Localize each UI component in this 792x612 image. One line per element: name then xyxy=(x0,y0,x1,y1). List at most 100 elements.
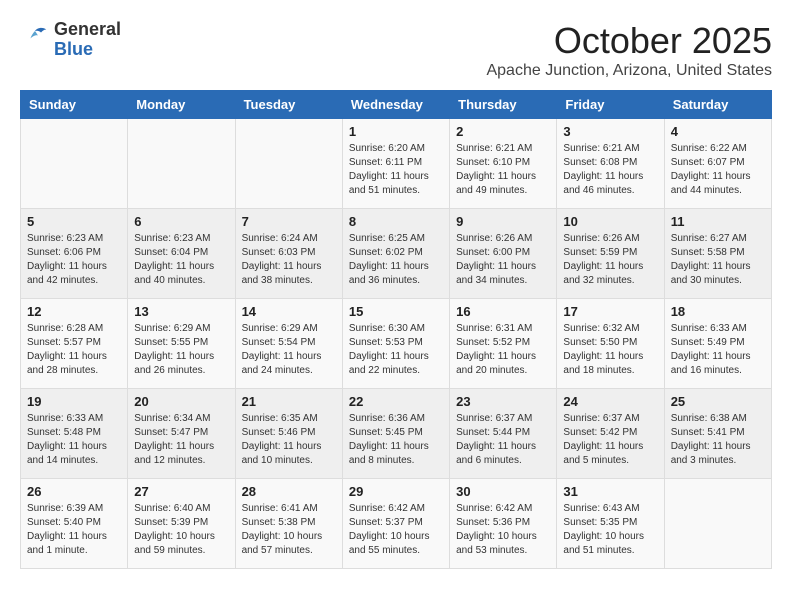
calendar-cell xyxy=(21,119,128,209)
day-number: 16 xyxy=(456,304,550,319)
day-info: Sunrise: 6:36 AM Sunset: 5:45 PM Dayligh… xyxy=(349,412,443,468)
logo-blue: Blue xyxy=(54,40,121,60)
calendar-cell: 29Sunrise: 6:42 AM Sunset: 5:37 PM Dayli… xyxy=(342,479,449,569)
day-info: Sunrise: 6:38 AM Sunset: 5:41 PM Dayligh… xyxy=(671,412,765,468)
calendar-cell: 16 Sunrise: 6:31 AM Sunset: 5:52 PM Dayli… xyxy=(450,299,557,389)
calendar-cell: 20Sunrise: 6:34 AM Sunset: 5:47 PM Dayli… xyxy=(128,389,235,479)
calendar-cell: 8 Sunrise: 6:25 AM Sunset: 6:02 PM Daylig… xyxy=(342,209,449,299)
calendar-cell: 7 Sunrise: 6:24 AM Sunset: 6:03 PM Daylig… xyxy=(235,209,342,299)
day-info: Sunrise: 6:29 AM Sunset: 5:55 PM Dayligh… xyxy=(134,322,228,378)
day-info: Sunrise: 6:22 AM Sunset: 6:07 PM Dayligh… xyxy=(671,142,765,198)
day-number: 21 xyxy=(242,394,336,409)
calendar-cell: 10 Sunrise: 6:26 AM Sunset: 5:59 PM Dayli… xyxy=(557,209,664,299)
logo: General Blue xyxy=(20,20,121,60)
calendar-cell: 25 Sunrise: 6:38 AM Sunset: 5:41 PM Dayli… xyxy=(664,389,771,479)
calendar-cell: 24 Sunrise: 6:37 AM Sunset: 5:42 PM Dayli… xyxy=(557,389,664,479)
day-info: Sunrise: 6:37 AM Sunset: 5:44 PM Dayligh… xyxy=(456,412,550,468)
calendar-cell: 14 Sunrise: 6:29 AM Sunset: 5:54 PM Dayli… xyxy=(235,299,342,389)
day-number: 10 xyxy=(563,214,657,229)
calendar-cell: 31 Sunrise: 6:43 AM Sunset: 5:35 PM Dayli… xyxy=(557,479,664,569)
header-tuesday: Tuesday xyxy=(235,91,342,119)
day-info: Sunrise: 6:23 AM Sunset: 6:04 PM Dayligh… xyxy=(134,232,228,288)
calendar-cell: 17 Sunrise: 6:32 AM Sunset: 5:50 PM Dayli… xyxy=(557,299,664,389)
day-number: 5 xyxy=(27,214,121,229)
day-info: Sunrise: 6:35 AM Sunset: 5:46 PM Dayligh… xyxy=(242,412,336,468)
day-number: 6 xyxy=(134,214,228,229)
day-number: 25 xyxy=(671,394,765,409)
calendar-cell: 4 Sunrise: 6:22 AM Sunset: 6:07 PM Daylig… xyxy=(664,119,771,209)
calendar-cell: 18 Sunrise: 6:33 AM Sunset: 5:49 PM Dayli… xyxy=(664,299,771,389)
day-number: 7 xyxy=(242,214,336,229)
calendar-cell: 5 Sunrise: 6:23 AM Sunset: 6:06 PM Daylig… xyxy=(21,209,128,299)
day-info: Sunrise: 6:24 AM Sunset: 6:03 PM Dayligh… xyxy=(242,232,336,288)
day-number: 3 xyxy=(563,124,657,139)
day-number: 26 xyxy=(27,484,121,499)
calendar-cell: 9Sunrise: 6:26 AM Sunset: 6:00 PM Daylig… xyxy=(450,209,557,299)
day-info: Sunrise: 6:43 AM Sunset: 5:35 PM Dayligh… xyxy=(563,502,657,558)
calendar-week-1: 5 Sunrise: 6:23 AM Sunset: 6:06 PM Daylig… xyxy=(21,209,772,299)
day-number: 11 xyxy=(671,214,765,229)
calendar-week-2: 12 Sunrise: 6:28 AM Sunset: 5:57 PM Dayli… xyxy=(21,299,772,389)
day-number: 13 xyxy=(134,304,228,319)
day-info: Sunrise: 6:29 AM Sunset: 5:54 PM Dayligh… xyxy=(242,322,336,378)
logo-general: General xyxy=(54,20,121,40)
day-number: 24 xyxy=(563,394,657,409)
calendar-cell: 22Sunrise: 6:36 AM Sunset: 5:45 PM Dayli… xyxy=(342,389,449,479)
header-thursday: Thursday xyxy=(450,91,557,119)
title-section: October 2025 Apache Junction, Arizona, U… xyxy=(486,20,772,80)
page-header: General Blue October 2025 Apache Junctio… xyxy=(20,20,772,80)
day-info: Sunrise: 6:37 AM Sunset: 5:42 PM Dayligh… xyxy=(563,412,657,468)
calendar-week-3: 19 Sunrise: 6:33 AM Sunset: 5:48 PM Dayli… xyxy=(21,389,772,479)
day-number: 15 xyxy=(349,304,443,319)
calendar-title: October 2025 xyxy=(486,20,772,62)
day-number: 14 xyxy=(242,304,336,319)
day-number: 4 xyxy=(671,124,765,139)
day-number: 31 xyxy=(563,484,657,499)
day-number: 30 xyxy=(456,484,550,499)
calendar-cell: 12 Sunrise: 6:28 AM Sunset: 5:57 PM Dayli… xyxy=(21,299,128,389)
calendar-cell xyxy=(128,119,235,209)
calendar-header-row: Sunday Monday Tuesday Wednesday Thursday… xyxy=(21,91,772,119)
header-wednesday: Wednesday xyxy=(342,91,449,119)
calendar-cell xyxy=(664,479,771,569)
calendar-cell: 23 Sunrise: 6:37 AM Sunset: 5:44 PM Dayli… xyxy=(450,389,557,479)
day-info: Sunrise: 6:28 AM Sunset: 5:57 PM Dayligh… xyxy=(27,322,121,378)
day-info: Sunrise: 6:33 AM Sunset: 5:48 PM Dayligh… xyxy=(27,412,121,468)
logo-bird-icon xyxy=(20,25,50,55)
day-info: Sunrise: 6:41 AM Sunset: 5:38 PM Dayligh… xyxy=(242,502,336,558)
calendar-table: Sunday Monday Tuesday Wednesday Thursday… xyxy=(20,90,772,569)
calendar-cell: 15Sunrise: 6:30 AM Sunset: 5:53 PM Dayli… xyxy=(342,299,449,389)
calendar-cell: 6 Sunrise: 6:23 AM Sunset: 6:04 PM Daylig… xyxy=(128,209,235,299)
day-info: Sunrise: 6:33 AM Sunset: 5:49 PM Dayligh… xyxy=(671,322,765,378)
day-number: 23 xyxy=(456,394,550,409)
day-info: Sunrise: 6:27 AM Sunset: 5:58 PM Dayligh… xyxy=(671,232,765,288)
header-saturday: Saturday xyxy=(664,91,771,119)
calendar-cell: 27Sunrise: 6:40 AM Sunset: 5:39 PM Dayli… xyxy=(128,479,235,569)
day-info: Sunrise: 6:40 AM Sunset: 5:39 PM Dayligh… xyxy=(134,502,228,558)
day-number: 28 xyxy=(242,484,336,499)
day-info: Sunrise: 6:20 AM Sunset: 6:11 PM Dayligh… xyxy=(349,142,443,198)
day-number: 2 xyxy=(456,124,550,139)
day-info: Sunrise: 6:26 AM Sunset: 5:59 PM Dayligh… xyxy=(563,232,657,288)
calendar-week-4: 26 Sunrise: 6:39 AM Sunset: 5:40 PM Dayli… xyxy=(21,479,772,569)
day-number: 17 xyxy=(563,304,657,319)
day-info: Sunrise: 6:32 AM Sunset: 5:50 PM Dayligh… xyxy=(563,322,657,378)
day-info: Sunrise: 6:25 AM Sunset: 6:02 PM Dayligh… xyxy=(349,232,443,288)
day-number: 19 xyxy=(27,394,121,409)
calendar-cell xyxy=(235,119,342,209)
day-info: Sunrise: 6:23 AM Sunset: 6:06 PM Dayligh… xyxy=(27,232,121,288)
header-sunday: Sunday xyxy=(21,91,128,119)
calendar-cell: 26 Sunrise: 6:39 AM Sunset: 5:40 PM Dayli… xyxy=(21,479,128,569)
day-number: 29 xyxy=(349,484,443,499)
day-number: 12 xyxy=(27,304,121,319)
day-info: Sunrise: 6:39 AM Sunset: 5:40 PM Dayligh… xyxy=(27,502,121,558)
calendar-subtitle: Apache Junction, Arizona, United States xyxy=(486,62,772,80)
day-number: 8 xyxy=(349,214,443,229)
calendar-cell: 30Sunrise: 6:42 AM Sunset: 5:36 PM Dayli… xyxy=(450,479,557,569)
day-info: Sunrise: 6:21 AM Sunset: 6:08 PM Dayligh… xyxy=(563,142,657,198)
day-number: 18 xyxy=(671,304,765,319)
logo-text: General Blue xyxy=(54,20,121,60)
day-info: Sunrise: 6:31 AM Sunset: 5:52 PM Dayligh… xyxy=(456,322,550,378)
calendar-cell: 2Sunrise: 6:21 AM Sunset: 6:10 PM Daylig… xyxy=(450,119,557,209)
day-number: 9 xyxy=(456,214,550,229)
